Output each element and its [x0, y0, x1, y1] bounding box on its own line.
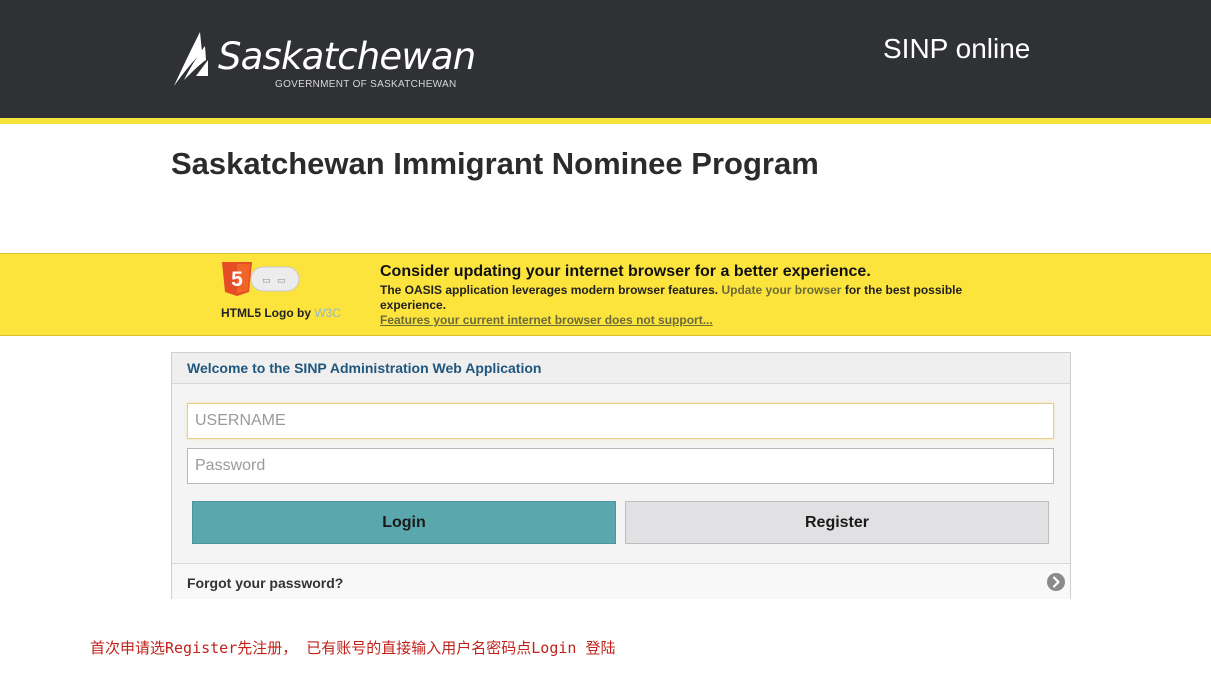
page-title: Saskatchewan Immigrant Nominee Program [171, 146, 819, 181]
saskatchewan-logo[interactable]: Saskatchewan GOVERNMENT OF SASKATCHEWAN [172, 30, 476, 94]
login-panel-footer[interactable]: Forgot your password? [172, 563, 1070, 599]
login-panel: Welcome to the SINP Administration Web A… [171, 352, 1071, 599]
logo-wordmark: Saskatchewan [218, 35, 476, 78]
login-panel-header: Welcome to the SINP Administration Web A… [172, 353, 1070, 384]
instruction-annotation: 首次申请选Register先注册， 已有账号的直接输入用户名密码点Login 登… [90, 639, 616, 657]
register-button[interactable]: Register [625, 501, 1049, 544]
browser-update-notice: ▭ ▭ 5 HTML5 Logo by W3C Consider updatin… [0, 253, 1211, 336]
w3c-link[interactable]: W3C [314, 306, 341, 320]
update-browser-link[interactable]: Update your browser [721, 283, 841, 297]
wheat-logo-icon [174, 32, 208, 86]
notice-body-prefix: The OASIS application leverages modern b… [380, 283, 719, 297]
html5-credit: HTML5 Logo by W3C [221, 306, 341, 320]
html5-number: 5 [231, 268, 243, 291]
password-input[interactable] [187, 448, 1054, 484]
forgot-password-link[interactable]: Forgot your password? [187, 575, 343, 591]
notice-title: Consider updating your internet browser … [380, 263, 871, 280]
username-input[interactable] [187, 403, 1054, 439]
chevron-right-circle-icon[interactable] [1047, 573, 1065, 591]
logo-subtitle: GOVERNMENT OF SASKATCHEWAN [275, 79, 457, 90]
login-panel-title: Welcome to the SINP Administration Web A… [187, 360, 542, 376]
site-header: Saskatchewan GOVERNMENT OF SASKATCHEWAN … [0, 0, 1211, 118]
app-name: SINP online [883, 33, 1031, 64]
html5-credit-text: HTML5 Logo by [221, 306, 311, 320]
login-button[interactable]: Login [192, 501, 616, 544]
html5-logo-icon: ▭ ▭ 5 [221, 262, 301, 296]
notice-body: The OASIS application leverages modern b… [380, 283, 990, 313]
svg-text:▭: ▭ [262, 276, 271, 286]
svg-text:▭: ▭ [277, 276, 286, 286]
header-stripe [0, 118, 1211, 124]
unsupported-features-link[interactable]: Features your current internet browser d… [380, 313, 713, 327]
